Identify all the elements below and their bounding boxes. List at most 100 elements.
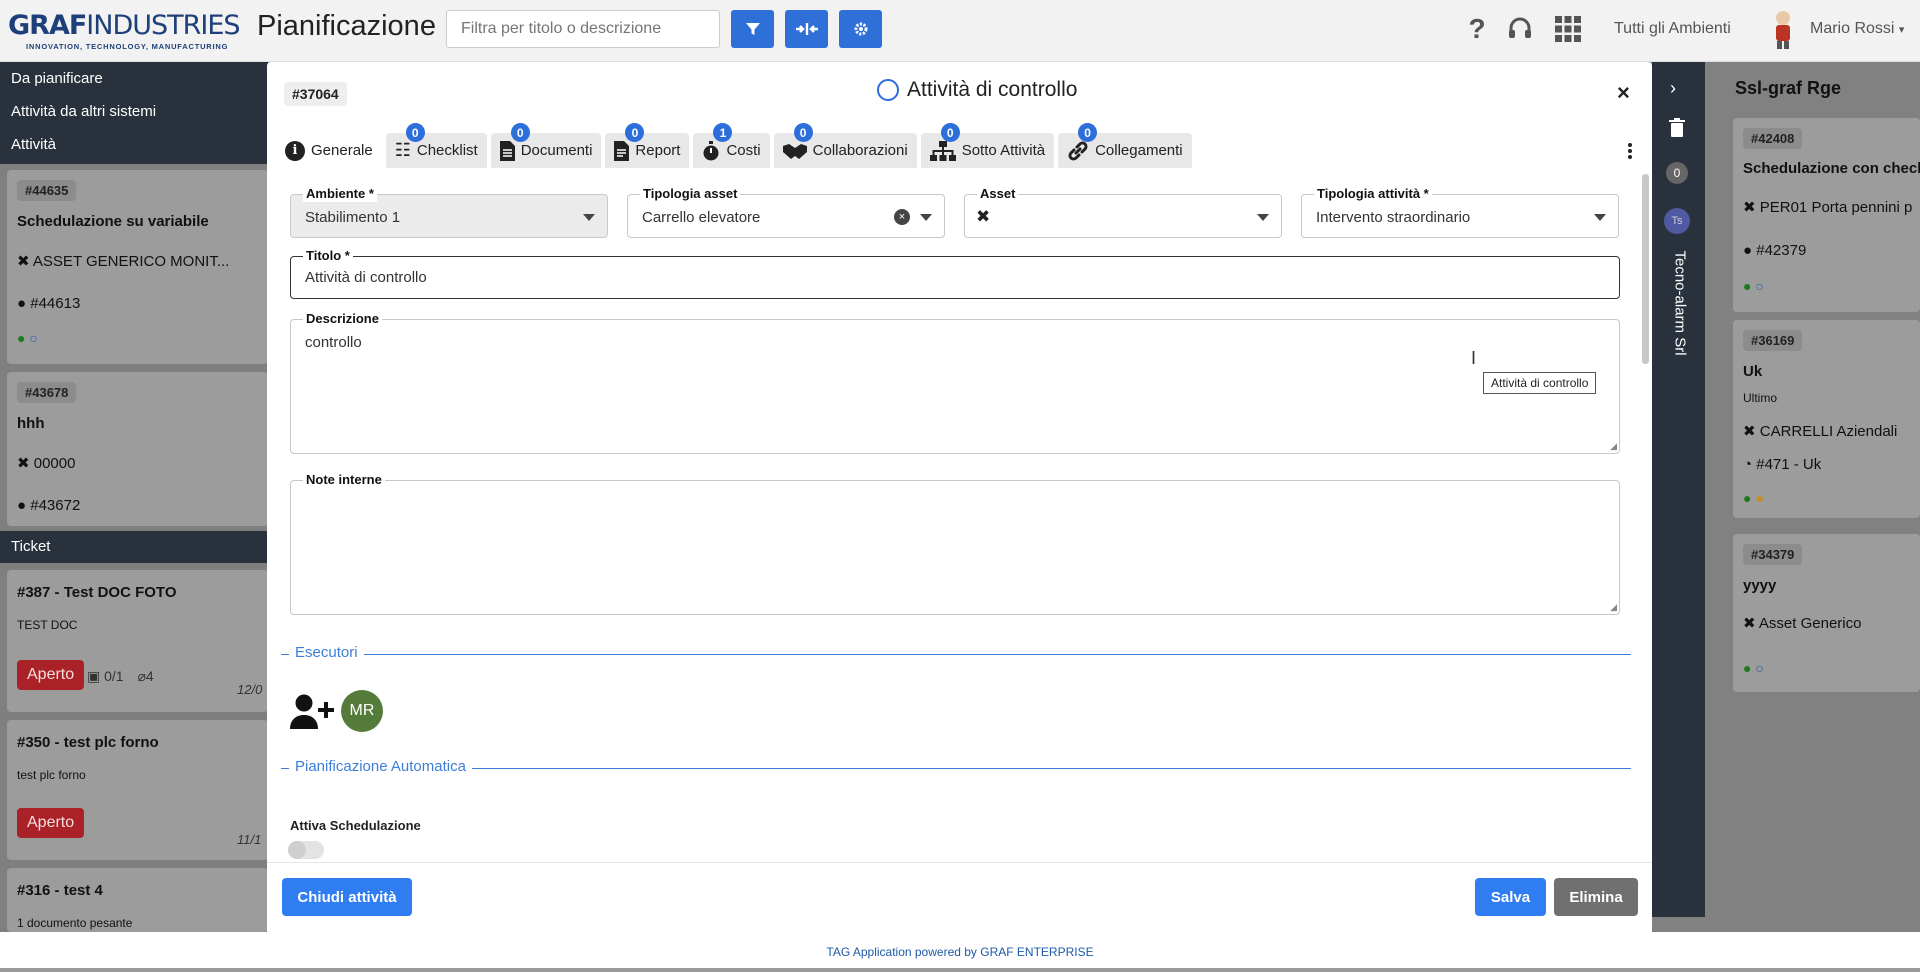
filter-icon <box>745 23 760 35</box>
tipologia-attivita-label: Tipologia attività * <box>1314 186 1432 202</box>
support-button[interactable] <box>1505 14 1535 44</box>
headset-icon <box>1509 17 1531 38</box>
status-badge: Aperto <box>17 808 85 838</box>
titolo-input[interactable]: Titolo * Attività di controllo <box>290 248 1620 299</box>
tab-generale[interactable]: i Generale <box>276 133 382 168</box>
headset-icon: ◔ <box>1743 456 1753 473</box>
activity-card[interactable]: #44635 Schedulazione su variabile ✖ ASSE… <box>7 170 268 364</box>
activity-card[interactable]: #42408 Schedulazione con check ✖ PER01 P… <box>1733 118 1920 312</box>
pianificazione-title: Pianificazione Automatica <box>289 758 472 775</box>
chevron-right-icon[interactable]: › <box>1670 78 1676 99</box>
user-menu[interactable]: Mario Rossi ▾ <box>1810 20 1904 38</box>
more-options-icon[interactable] <box>1627 142 1633 163</box>
descrizione-textarea[interactable]: Descrizione controllo ◢ <box>290 311 1620 454</box>
tab-label: Checklist <box>416 142 478 159</box>
green-status-icon: ● <box>17 330 26 346</box>
circle-status-icon <box>877 79 899 101</box>
executor-avatar[interactable]: MR <box>341 690 383 732</box>
asset-select[interactable]: Asset ✖ <box>964 186 1282 238</box>
page-title: Pianificazione <box>257 10 436 42</box>
ambiente-value: Stabilimento 1 <box>305 209 401 226</box>
activity-card[interactable]: #34379 yyyy ✖ Asset Generico ● ○ <box>1733 534 1920 692</box>
tab-label: Sotto Attività <box>961 142 1046 159</box>
ticket-card[interactable]: #387 - Test DOC FOTO TEST DOC Aperto ▣ 0… <box>7 570 268 712</box>
delete-button[interactable]: Elimina <box>1554 878 1638 916</box>
card-title: Schedulazione con check <box>1743 160 1920 177</box>
tab-costi[interactable]: 1 Costi <box>693 123 770 168</box>
nav-item-attivita[interactable]: Attività <box>0 128 268 161</box>
paperclip-icon: ⌀ <box>137 668 146 684</box>
tab-checklist[interactable]: 0 ☷ Checklist <box>385 123 487 168</box>
note-interne-textarea[interactable]: Note interne ◢ <box>290 472 1620 615</box>
ticket-card[interactable]: #350 - test plc forno test plc forno Ape… <box>7 720 268 860</box>
activity-card[interactable]: #36169 Uk Ultimo ✖ CARRELLI Aziendali ◔ … <box>1733 320 1920 518</box>
scrollbar[interactable] <box>1642 174 1649 364</box>
collapse-button[interactable] <box>785 10 828 48</box>
tab-collaborazioni[interactable]: 0 Collaborazioni <box>773 123 917 168</box>
help-button[interactable]: ? <box>1462 13 1492 44</box>
pianificazione-section: Pianificazione Automatica <box>281 758 1631 778</box>
tools-icon: ✖ <box>1743 199 1756 216</box>
ticket-checks: 0/1 <box>104 668 124 684</box>
trash-icon[interactable] <box>1668 118 1686 141</box>
note-label: Note interne <box>303 472 385 488</box>
checklist-icon: ☷ <box>394 140 411 160</box>
user-figure-icon <box>1776 11 1790 49</box>
clock-icon: ● <box>17 295 27 312</box>
asset-label: Asset <box>977 186 1019 202</box>
ticket-desc: TEST DOC <box>17 618 78 632</box>
tools-icon: ✖ <box>976 207 991 226</box>
schedulazione-toggle[interactable] <box>288 841 324 859</box>
card-ref: #44613 <box>30 295 81 312</box>
info-icon: i <box>285 140 305 161</box>
tab-count: 1 <box>713 123 733 142</box>
card-ref: #43672 <box>30 497 81 514</box>
ticket-card[interactable]: #316 - test 4 1 documento pesante <box>7 868 268 932</box>
settings-button[interactable] <box>839 10 882 48</box>
tab-sotto-attivita[interactable]: 0 Sotto Attività <box>920 123 1055 168</box>
modal-footer: Chiudi attività Salva Elimina <box>267 862 1652 932</box>
user-avatar[interactable] <box>1768 8 1798 50</box>
card-ref: #42379 <box>1756 242 1807 259</box>
nav-item-da-pianificare[interactable]: Da pianificare <box>0 62 268 95</box>
close-icon[interactable]: × <box>1617 80 1630 106</box>
resize-handle-icon[interactable]: ◢ <box>1610 602 1617 613</box>
initials-avatar: Ts <box>1664 208 1690 234</box>
tab-report[interactable]: 0 Report <box>605 123 690 168</box>
resize-handle-icon[interactable]: ◢ <box>1610 441 1617 452</box>
tab-count: 0 <box>510 123 530 142</box>
tab-documenti[interactable]: 0 Documenti <box>490 123 602 168</box>
descrizione-value: controllo <box>305 334 362 351</box>
ticket-title: #350 - test plc forno <box>17 734 159 751</box>
graf-logo[interactable]: GRAFINDUSTRIES INNOVATION, TECHNOLOGY, M… <box>8 12 241 52</box>
tab-count: 0 <box>1078 123 1098 142</box>
activity-card[interactable]: #43678 hhh ✖ 00000 ● #43672 <box>7 372 268 526</box>
nav-item-altri-sistemi[interactable]: Attività da altri sistemi <box>0 95 268 128</box>
filter-input[interactable] <box>446 10 720 48</box>
card-asset: Asset Generico <box>1758 615 1862 632</box>
card-ref: #471 - Uk <box>1756 456 1822 473</box>
save-button[interactable]: Salva <box>1475 878 1546 916</box>
card-title: Uk <box>1743 363 1763 380</box>
tipologia-asset-select[interactable]: Tipologia asset Carrello elevatore × <box>627 186 945 238</box>
clear-icon[interactable]: × <box>894 209 910 225</box>
section-divider <box>281 654 1631 655</box>
logo-tagline: INNOVATION, TECHNOLOGY, MANUFACTURING <box>26 42 229 51</box>
tab-collegamenti[interactable]: 0 Collegamenti <box>1058 123 1192 168</box>
tipologia-attivita-select[interactable]: Tipologia attività * Intervento straordi… <box>1301 186 1619 238</box>
add-executor-button[interactable] <box>290 694 334 733</box>
card-id: #34379 <box>1743 544 1803 565</box>
ticket-desc: test plc forno <box>17 768 86 782</box>
tools-icon: ✖ <box>1743 423 1756 440</box>
clock-icon: ● <box>17 497 27 514</box>
ambiente-select[interactable]: Ambiente * Stabilimento 1 <box>290 186 608 238</box>
filter-button[interactable] <box>731 10 774 48</box>
apps-button[interactable] <box>1553 14 1583 44</box>
chiudi-attivita-button[interactable]: Chiudi attività <box>282 878 412 916</box>
green-status-icon: ● <box>1743 490 1752 506</box>
link-icon <box>1068 140 1088 161</box>
clock-icon: ● <box>1743 242 1753 259</box>
status-badge: Aperto <box>17 660 85 690</box>
logo-thin: INDUSTRIES <box>86 10 240 41</box>
environments-selector[interactable]: Tutti gli Ambienti <box>1614 20 1731 38</box>
